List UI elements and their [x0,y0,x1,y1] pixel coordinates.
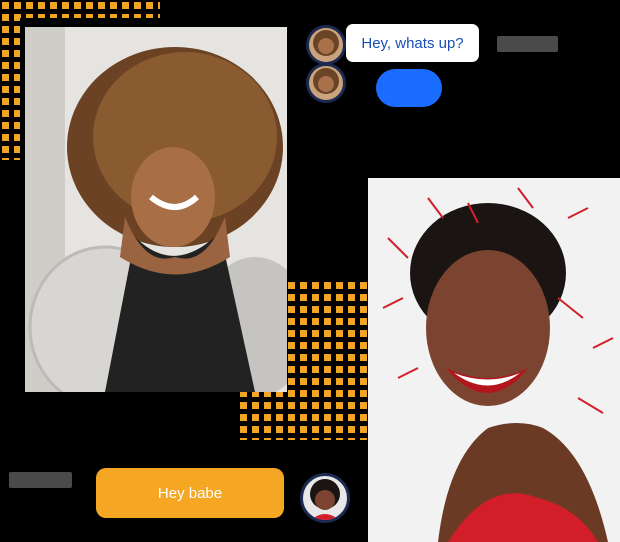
avatar-face-icon [313,68,339,94]
photo-curly-hair-woman-illustration [25,27,287,392]
avatar-outgoing [300,473,350,523]
photo-curly-hair-woman [25,27,287,392]
photo-confetti-woman [368,178,620,542]
outgoing-message-bubble: Hey babe [96,468,284,518]
incoming-message-bubble: Hey, whats up? [346,24,479,62]
avatar-face-icon [310,479,340,520]
sender-placeholder-bar [9,472,72,488]
outgoing-message-text: Hey babe [157,484,223,502]
name-placeholder-bar [497,36,558,52]
incoming-message-text: Hey, whats up? [361,34,464,52]
typing-indicator-bubble [376,69,442,107]
avatar-face-icon [313,30,339,56]
avatar-incoming-top [306,25,346,65]
photo-confetti-woman-illustration [368,178,620,542]
avatar-incoming-second [306,63,346,103]
